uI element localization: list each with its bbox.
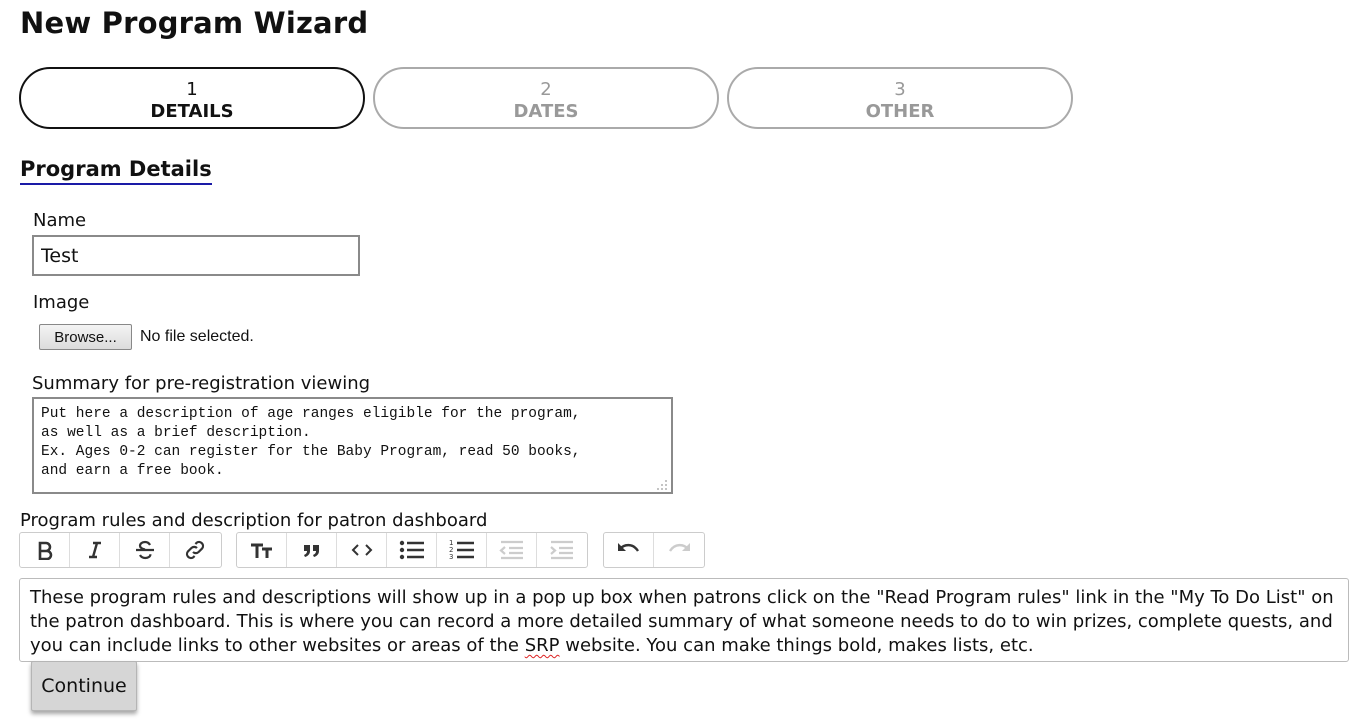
step-number: 2 <box>540 79 552 100</box>
continue-button[interactable]: Continue <box>31 661 137 711</box>
bold-icon <box>38 541 52 560</box>
summary-label: Summary for pre-registration viewing <box>32 373 371 394</box>
code-icon <box>351 544 372 556</box>
bold-button[interactable] <box>20 533 70 567</box>
bullet-list-icon <box>399 540 424 560</box>
toolbar-block-group: 123 <box>236 532 588 568</box>
name-label: Name <box>33 210 87 231</box>
rules-editor[interactable]: These program rules and descriptions wil… <box>19 578 1349 662</box>
step-label: OTHER <box>865 101 935 122</box>
outdent-icon <box>498 540 523 560</box>
rules-label: Program rules and description for patron… <box>20 510 488 531</box>
page-title: New Program Wizard <box>20 6 369 40</box>
browse-button[interactable]: Browse... <box>39 324 132 350</box>
summary-textarea[interactable]: Put here a description of age ranges eli… <box>32 397 673 494</box>
step-label: DATES <box>513 101 579 122</box>
redo-button[interactable] <box>654 533 704 567</box>
strikethrough-button[interactable] <box>120 533 170 567</box>
strikethrough-icon <box>135 540 154 560</box>
bullet-list-button[interactable] <box>387 533 437 567</box>
undo-button[interactable] <box>604 533 654 567</box>
toolbar-format-group <box>19 532 222 568</box>
rules-text-end: website. You can make things bold, makes… <box>559 635 1034 656</box>
code-button[interactable] <box>337 533 387 567</box>
name-input[interactable] <box>32 235 360 276</box>
svg-text:3: 3 <box>449 553 453 561</box>
resize-grip-icon[interactable] <box>656 479 668 491</box>
spellcheck-flagged-word: SRP <box>524 635 560 656</box>
step-label: DETAILS <box>150 101 234 122</box>
outdent-button[interactable] <box>487 533 537 567</box>
heading-icon <box>250 543 272 558</box>
step-details[interactable]: 1 DETAILS <box>19 67 365 129</box>
indent-button[interactable] <box>537 533 587 567</box>
step-number: 1 <box>186 79 198 100</box>
indent-icon <box>550 540 573 560</box>
image-label: Image <box>33 292 90 313</box>
section-heading: Program Details <box>20 156 212 185</box>
italic-icon <box>88 541 101 559</box>
quote-icon <box>303 545 319 557</box>
step-other[interactable]: 3 OTHER <box>727 67 1073 129</box>
toolbar-history-group <box>603 532 705 568</box>
redo-icon <box>668 543 690 552</box>
numbered-list-icon: 123 <box>449 539 474 561</box>
link-button[interactable] <box>170 533 220 567</box>
file-status: No file selected. <box>140 328 254 345</box>
link-icon <box>185 540 205 560</box>
heading-button[interactable] <box>237 533 287 567</box>
undo-icon <box>617 543 639 552</box>
numbered-list-button[interactable]: 123 <box>437 533 487 567</box>
step-number: 3 <box>894 79 906 100</box>
quote-button[interactable] <box>287 533 337 567</box>
step-dates[interactable]: 2 DATES <box>373 67 719 129</box>
italic-button[interactable] <box>70 533 120 567</box>
